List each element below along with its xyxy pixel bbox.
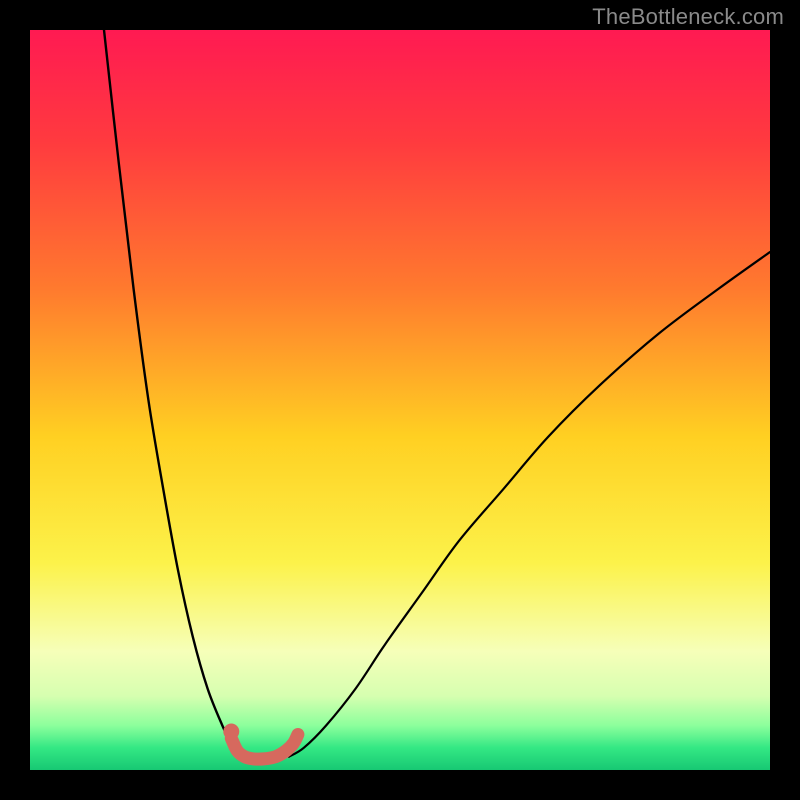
highlight-dot bbox=[223, 724, 239, 740]
bottleneck-curve bbox=[30, 30, 770, 770]
highlight-segment bbox=[231, 734, 298, 759]
plot-area bbox=[30, 30, 770, 770]
curve-left-branch bbox=[104, 30, 245, 757]
curve-right-branch bbox=[289, 252, 770, 757]
watermark-text: TheBottleneck.com bbox=[592, 4, 784, 30]
chart-frame: TheBottleneck.com bbox=[0, 0, 800, 800]
